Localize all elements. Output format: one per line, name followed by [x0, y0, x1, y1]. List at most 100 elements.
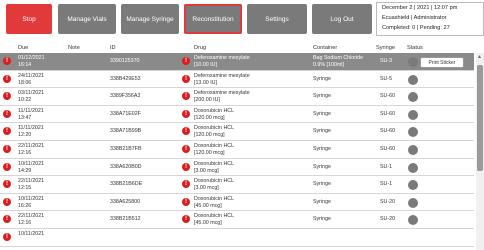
order-id: 3389F356A3 [110, 93, 141, 100]
drug-alert-icon: ! [182, 197, 190, 206]
user-text: Ecuashield | Administrator [382, 15, 447, 21]
syringe-size: SU-60 [380, 146, 396, 152]
syringe-size: SU-20 [380, 198, 396, 205]
due-date: 10/11/2021 [18, 160, 45, 167]
status-dot-icon [408, 127, 418, 138]
due-time: 18:06 [18, 79, 32, 86]
table-scrollbar[interactable]: ▲ [476, 53, 484, 250]
due-alert-icon: ! [3, 197, 11, 206]
drug-alert-icon: ! [182, 215, 190, 224]
table-row[interactable]: ! 22/11/2021 12:16 338B21B7FB! Doxorubicin H… [0, 141, 474, 159]
due-date: 22/11/2021 [18, 143, 45, 149]
container-name: Syringe [313, 198, 331, 205]
order-id: 338B21B6DE [110, 181, 143, 188]
drug-alert-icon: ! [182, 109, 190, 118]
due-date: 10/11/2021 [18, 195, 45, 202]
due-alert-icon: ! [3, 109, 11, 118]
due-date: 10/11/2021 [18, 231, 45, 237]
status-dot-icon [408, 215, 418, 226]
syringe-size: SU-5 [380, 75, 393, 82]
datetime-text: December 2 | 2021 | 12:07 pm [382, 5, 458, 11]
drug-name: Deferoxamine mesylate [194, 72, 250, 79]
drug-alert-icon: ! [182, 145, 190, 153]
table-row[interactable]: ! 10/11/2021 14:29 338A620B0D! Doxorubicin H… [0, 158, 474, 177]
due-time: 14:29 [18, 167, 32, 174]
print-sticker-button[interactable]: Print Sticker [420, 57, 464, 68]
status-dot-icon [408, 92, 418, 103]
drug-dose: [45.00 mcg] [194, 202, 222, 209]
due-alert-icon: ! [3, 233, 11, 241]
drug-dose: [45.00 mcg] [194, 220, 222, 227]
table-row[interactable]: ! 03/11/2021 10:22 3389F356A3! Deferoxamine … [0, 88, 474, 106]
drug-name: Deferoxamine mesylate [194, 90, 250, 97]
drug-name: Deferoxamine mesylate [194, 55, 250, 61]
container-name: Syringe [313, 216, 331, 223]
log-out-button[interactable]: Log Out [312, 4, 372, 34]
drug-dose: [200.00 IU] [194, 97, 220, 104]
due-alert-icon: ! [3, 180, 11, 189]
order-id: 3390125370 [110, 58, 140, 64]
drug-alert-icon: ! [182, 162, 190, 171]
drug-name: Doxorubicin HCL [194, 160, 235, 167]
orders-table: Due Note ID Drug Container Syringe Statu… [0, 43, 484, 250]
scroll-thumb[interactable] [477, 65, 483, 171]
manage-vials-button[interactable]: Manage Vials [58, 4, 116, 34]
due-time: 16:26 [18, 202, 32, 209]
table-header: Due Note ID Drug Container Syringe Statu… [0, 43, 484, 53]
scroll-up-icon[interactable]: ▲ [477, 54, 482, 60]
container-name: Syringe [313, 75, 331, 82]
drug-alert-icon: ! [182, 57, 190, 65]
container-detail: 0.9% [100ml] [313, 62, 344, 68]
drug-dose: [120.00 mcg] [194, 150, 225, 156]
order-id: 338B21B7FB [110, 146, 142, 152]
due-date: 03/11/2021 [18, 90, 45, 97]
due-time: 12:20 [18, 132, 32, 139]
manage-syringe-button[interactable]: Manage Syringe [121, 4, 179, 34]
due-time: 16:14 [18, 62, 32, 68]
container-name: Bag Sodium Chloride [313, 55, 364, 61]
drug-name: Doxorubicin HCL [194, 213, 235, 220]
table-row[interactable]: ! 22/11/2021 12:15 338B21B6DE! Doxorubicin H… [0, 176, 474, 194]
due-alert-icon: ! [3, 74, 11, 83]
table-row[interactable]: ! 22/11/2021 12:16 338B21B512! Doxorubicin H… [0, 211, 474, 229]
drug-dose: [3.00 mcg] [194, 167, 219, 174]
container-name: Syringe [313, 163, 331, 170]
status-dot-icon [408, 197, 418, 208]
settings-button[interactable]: Settings [247, 4, 307, 34]
syringe-size: SU-1 [380, 181, 393, 188]
drug-dose: [10.00 IU] [194, 62, 217, 68]
drug-dose: [13.00 IU] [194, 79, 217, 86]
table-row[interactable]: ! 24/11/2021 18:06 338B429E53! Deferoxamine … [0, 70, 474, 89]
table-row[interactable]: ! 01/12/2021 16:14 3390125370! Deferoxamine … [0, 53, 474, 71]
due-alert-icon: ! [3, 127, 11, 136]
due-time: 10:22 [18, 97, 32, 104]
drug-alert-icon: ! [182, 92, 190, 101]
due-alert-icon: ! [3, 92, 11, 101]
drug-name: Doxorubicin HCL [194, 143, 235, 149]
reconstitution-button[interactable]: Reconstitution [184, 4, 242, 34]
session-info-panel: December 2 | 2021 | 12:07 pm Ecuashield … [376, 2, 484, 36]
drug-name: Doxorubicin HCL [194, 178, 235, 185]
column-note: Note [68, 45, 80, 51]
toolbar: Stop Manage Vials Manage Syringe Reconst… [0, 0, 484, 38]
column-status: Status [407, 45, 423, 51]
due-date: 24/11/2021 [18, 72, 45, 79]
container-name: Syringe [313, 128, 331, 135]
drug-name: Doxorubicin HCL [194, 195, 235, 202]
due-time: 12:15 [18, 185, 32, 192]
syringe-size: SU-60 [380, 128, 396, 135]
order-id: 338A71E02F [110, 110, 141, 117]
status-dot-icon [408, 109, 418, 120]
stop-button[interactable]: Stop [6, 4, 52, 34]
table-row[interactable]: ! 11/11/2021 13:47 338A71E02F! Doxorubicin H… [0, 105, 474, 124]
due-date: 22/11/2021 [18, 178, 45, 185]
table-row[interactable]: ! 10/11/2021 16:26 338A625800! Doxorubicin H… [0, 193, 474, 212]
due-alert-icon: ! [3, 162, 11, 171]
table-row[interactable]: ! 11/11/2021 12:20 338A71B99B! Doxorubicin H… [0, 123, 474, 141]
column-syringe: Syringe [376, 45, 395, 51]
table-row[interactable]: ! 10/11/2021 [0, 229, 474, 247]
drug-dose: [120.00 mcg] [194, 114, 225, 121]
due-date: 11/11/2021 [18, 107, 44, 114]
syringe-size: SU-1 [380, 163, 393, 170]
due-date: 01/12/2021 [18, 55, 45, 61]
